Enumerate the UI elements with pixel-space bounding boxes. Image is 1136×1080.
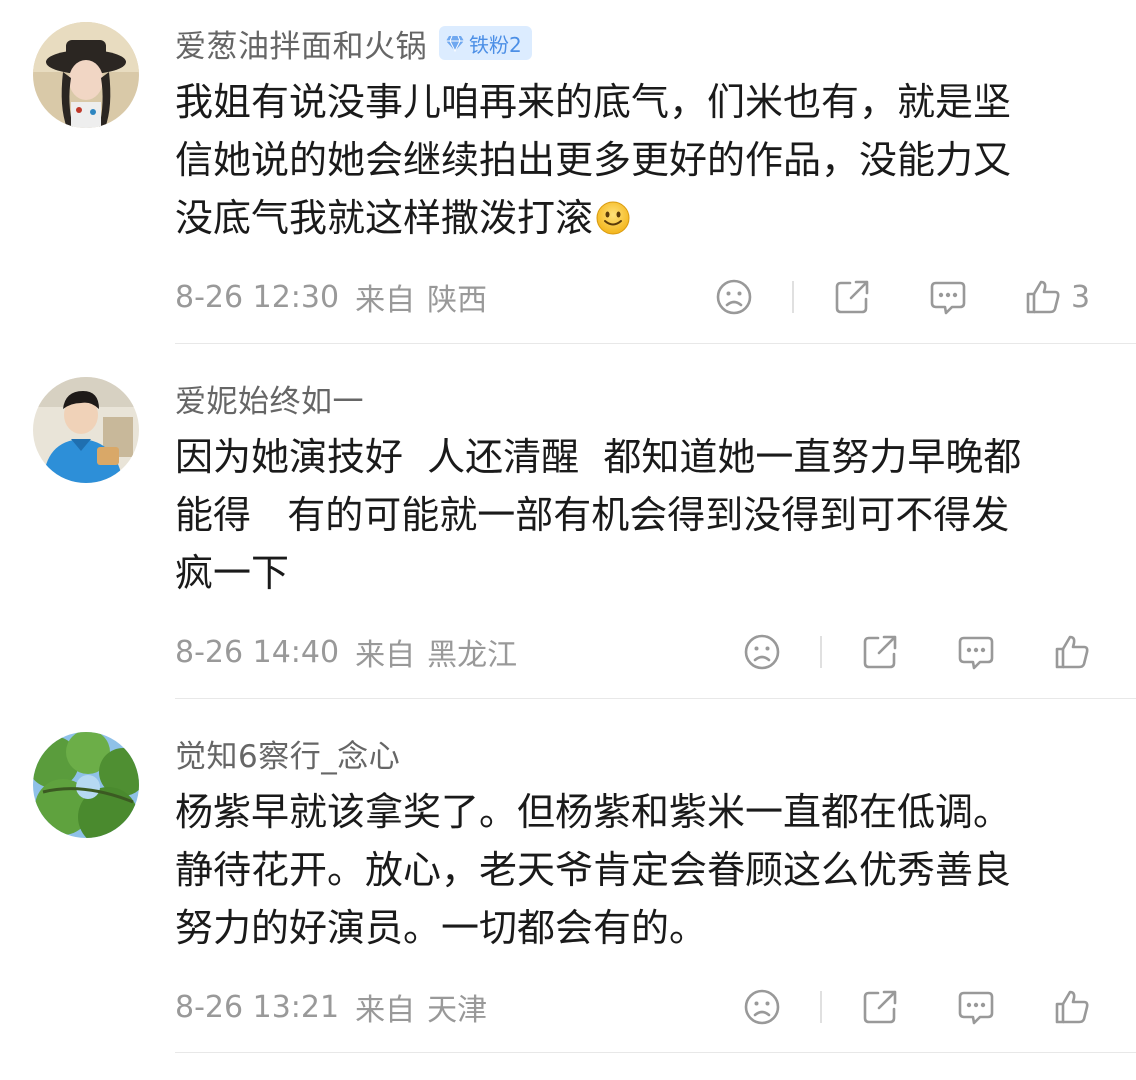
comment-line: 努力的好演员。一切都会有的。 [175,906,708,950]
action-separator [820,991,822,1023]
dislike-button[interactable] [742,982,782,1032]
comment-time: 8-26 13:21 [175,989,340,1025]
thumbs-up-icon [1055,990,1089,1024]
avatar[interactable] [33,732,139,838]
share-icon [863,990,897,1024]
comment-bubble-icon [958,991,994,1025]
share-button[interactable] [860,982,900,1032]
reply-button[interactable] [956,982,996,1032]
comment-location: 天津 [427,993,488,1028]
comment-item-3: 觉知6察行_念心 杨紫早就该拿奖了。但杨紫和紫米一直都在低调。 静待花开。放心，… [0,0,1136,1080]
comment-line: 静待花开。放心，老天爷肯定会眷顾这么优秀善良 [175,848,1012,892]
comment-text: 杨紫早就该拿奖了。但杨紫和紫米一直都在低调。 静待花开。放心，老天爷肯定会眷顾这… [175,783,1115,957]
username[interactable]: 觉知6察行_念心 [175,731,400,776]
comment-meta: 8-26 13:21 来自 天津 [175,982,487,1032]
comment-divider [175,1052,1136,1053]
username-row: 觉知6察行_念心 [175,731,400,775]
like-button[interactable] [1052,982,1092,1032]
from-label: 来自 [355,993,416,1028]
frown-face-icon [744,989,780,1025]
comment-line: 杨紫早就该拿奖了。但杨紫和紫米一直都在低调。 [175,790,1012,834]
